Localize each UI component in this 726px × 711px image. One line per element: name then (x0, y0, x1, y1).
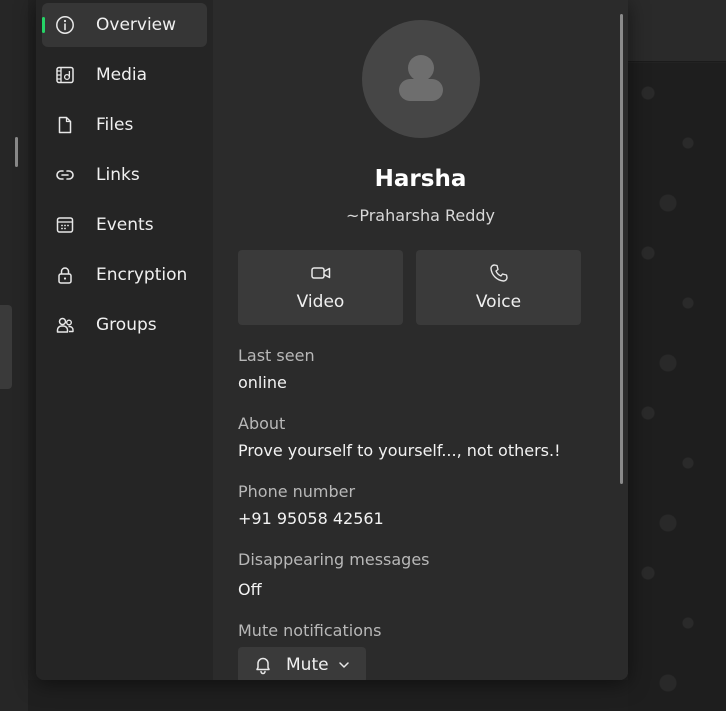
nav-label-media: Media (96, 65, 148, 85)
contact-info-panel: Overview Media Files Links Events Encryp… (36, 0, 628, 680)
chat-wallpaper (628, 63, 726, 711)
video-call-button[interactable]: Video (238, 250, 403, 325)
nav-label-groups: Groups (96, 315, 157, 335)
contact-name: Harsha (374, 166, 467, 192)
nav-label-events: Events (96, 215, 154, 235)
mute-dropdown-button[interactable]: Mute (238, 647, 366, 680)
nav-label-files: Files (96, 115, 134, 135)
nav-item-media[interactable]: Media (42, 53, 207, 97)
video-icon (310, 262, 332, 284)
video-button-label: Video (296, 292, 345, 312)
about-label: About (238, 414, 286, 433)
voice-call-button[interactable]: Voice (416, 250, 581, 325)
file-icon (55, 115, 75, 135)
calendar-icon (55, 215, 75, 235)
bell-icon (252, 654, 274, 676)
phone-number-label: Phone number (238, 482, 356, 501)
person-icon (408, 55, 434, 81)
person-icon-body (399, 79, 443, 101)
disappearing-messages-label: Disappearing messages (238, 550, 430, 569)
phone-icon (488, 262, 510, 284)
info-nav: Overview Media Files Links Events Encryp… (36, 0, 213, 680)
contact-subname: ~Praharsha Reddy (345, 206, 496, 225)
nav-item-encryption[interactable]: Encryption (42, 253, 207, 297)
mute-notifications-label: Mute notifications (238, 621, 382, 640)
resize-handle[interactable] (15, 137, 18, 167)
avatar[interactable] (362, 20, 480, 138)
voice-button-label: Voice (475, 292, 522, 312)
active-indicator (42, 17, 45, 33)
nav-item-events[interactable]: Events (42, 203, 207, 247)
groups-icon (55, 315, 75, 335)
about-value: Prove yourself to yourself..., not other… (238, 441, 561, 460)
chevron-down-icon (337, 658, 351, 672)
media-icon (55, 65, 75, 85)
nav-item-overview[interactable]: Overview (42, 3, 207, 47)
mute-button-label: Mute (286, 655, 329, 675)
background-side-element (0, 305, 12, 389)
overview-content: Harsha ~Praharsha Reddy Video Voice Last… (213, 0, 628, 680)
phone-number-value: +91 95058 42561 (238, 509, 384, 528)
nav-label-links: Links (96, 165, 140, 185)
chat-header-background (628, 0, 726, 62)
nav-item-files[interactable]: Files (42, 103, 207, 147)
background-bottom (28, 680, 628, 711)
last-seen-label: Last seen (238, 346, 315, 365)
nav-item-links[interactable]: Links (42, 153, 207, 197)
last-seen-value: online (238, 373, 287, 392)
nav-label-encryption: Encryption (96, 265, 188, 285)
nav-label-overview: Overview (96, 15, 177, 35)
lock-icon (55, 265, 75, 285)
content-scrollbar[interactable] (620, 14, 623, 484)
link-icon (55, 165, 75, 185)
nav-item-groups[interactable]: Groups (42, 303, 207, 347)
disappearing-messages-value[interactable]: Off (238, 580, 262, 599)
info-icon (55, 15, 75, 35)
